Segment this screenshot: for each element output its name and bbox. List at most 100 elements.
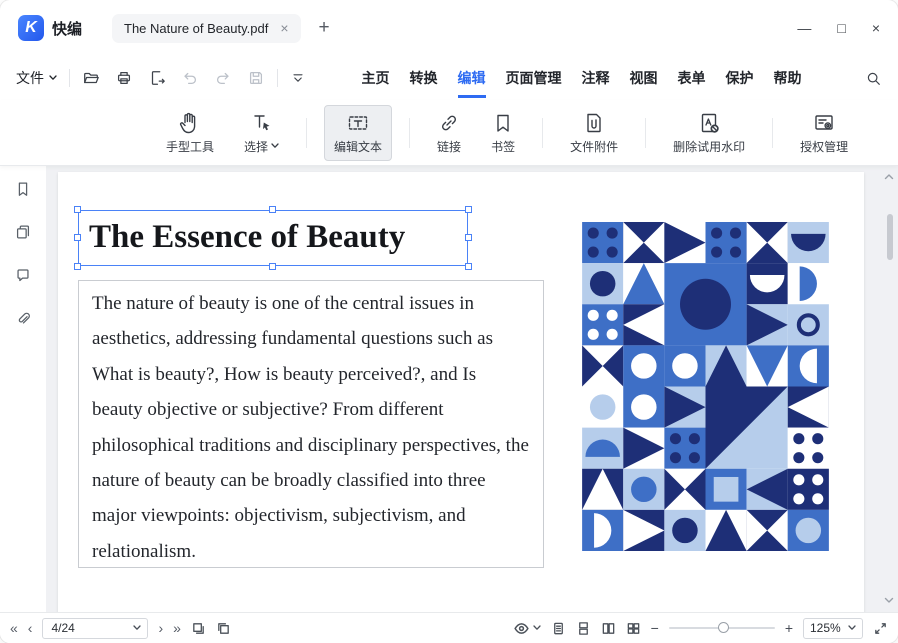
grid-view-button[interactable] — [626, 621, 641, 636]
resize-handle[interactable] — [465, 234, 472, 241]
maximize-button[interactable]: □ — [837, 21, 845, 35]
body-text-box[interactable]: The nature of beauty is one of the centr… — [78, 280, 544, 568]
undo-button[interactable] — [181, 69, 199, 87]
folder-open-icon — [82, 69, 100, 87]
zoom-in-button[interactable]: + — [785, 621, 793, 635]
resize-handle[interactable] — [465, 263, 472, 270]
next-page-button[interactable]: › — [158, 621, 163, 635]
tab-protect[interactable]: 保护 — [726, 58, 754, 98]
tab-annotate[interactable]: 注释 — [582, 58, 610, 98]
tab-edit[interactable]: 编辑 — [458, 58, 486, 98]
tab-help[interactable]: 帮助 — [774, 58, 802, 98]
resize-handle[interactable] — [269, 206, 276, 213]
zoom-slider[interactable] — [669, 621, 775, 635]
collapse-toolbar-button[interactable] — [290, 70, 306, 86]
new-tab-button[interactable]: + — [319, 17, 330, 39]
file-attachment-button[interactable]: 文件附件 — [560, 105, 628, 161]
tab-form[interactable]: 表单 — [678, 58, 706, 98]
resize-handle[interactable] — [74, 206, 81, 213]
zoom-out-button[interactable]: − — [651, 621, 659, 635]
chevron-down-icon[interactable] — [133, 625, 141, 631]
chevron-down-icon — [883, 594, 895, 606]
export-file-button[interactable] — [148, 69, 166, 87]
continuous-pages-icon — [576, 621, 591, 636]
zoom-slider-thumb[interactable] — [718, 622, 729, 633]
button-label: 编辑文本 — [334, 138, 382, 155]
app-logo: K — [18, 15, 44, 41]
document-heading[interactable]: The Essence of Beauty — [79, 211, 467, 263]
vertical-scrollbar-thumb[interactable] — [887, 214, 893, 260]
bookmark-button[interactable]: 书签 — [481, 105, 525, 161]
previous-page-button[interactable]: ‹ — [28, 621, 33, 635]
link-button[interactable]: 链接 — [427, 105, 471, 161]
hand-tool-button[interactable]: 手型工具 — [156, 105, 224, 161]
workspace: The Essence of Beauty The nature of beau… — [0, 166, 898, 612]
bookmark-icon — [14, 180, 32, 198]
button-label: 书签 — [491, 138, 515, 155]
open-file-button[interactable] — [82, 69, 100, 87]
page-number-input[interactable]: 4/24 — [42, 618, 148, 639]
zoom-level-select[interactable]: 125% — [803, 618, 863, 639]
eye-icon — [513, 620, 530, 637]
attachment-icon — [582, 111, 606, 135]
redo-icon — [214, 69, 232, 87]
tab-close-icon[interactable]: × — [280, 21, 288, 35]
button-label: 链接 — [437, 138, 461, 155]
document-area[interactable]: The Essence of Beauty The nature of beau… — [46, 166, 898, 612]
file-menu-button[interactable]: 文件 — [16, 68, 57, 88]
tab-page-management[interactable]: 页面管理 — [506, 58, 562, 98]
print-button[interactable] — [115, 69, 133, 87]
tab-view[interactable]: 视图 — [630, 58, 658, 98]
app-window: K 快编 The Nature of Beauty.pdf × + — □ × … — [0, 0, 898, 643]
undo-icon — [181, 69, 199, 87]
save-button[interactable] — [247, 69, 265, 87]
decorative-mosaic-image[interactable] — [582, 222, 829, 551]
license-management-button[interactable]: 授权管理 — [790, 105, 858, 161]
single-page-view-button[interactable] — [551, 621, 566, 636]
chevron-down-icon[interactable] — [848, 625, 856, 631]
scroll-down-button[interactable] — [883, 594, 895, 606]
comment-icon — [14, 266, 32, 284]
edit-text-button[interactable]: 编辑文本 — [324, 105, 392, 161]
tab-convert[interactable]: 转换 — [410, 58, 438, 98]
window-controls: — □ × — [797, 21, 880, 35]
titlebar: K 快编 The Nature of Beauty.pdf × + — □ × — [0, 0, 898, 56]
pages-icon — [14, 223, 32, 241]
continuous-view-button[interactable] — [576, 621, 591, 636]
resize-handle[interactable] — [74, 263, 81, 270]
resize-handle[interactable] — [465, 206, 472, 213]
document-paragraph[interactable]: The nature of beauty is one of the centr… — [92, 286, 530, 569]
chevron-down-icon — [533, 625, 541, 631]
first-page-button[interactable]: « — [10, 621, 18, 635]
select-tool-button[interactable]: 选择 — [234, 105, 289, 161]
redo-button[interactable] — [214, 69, 232, 87]
quick-access-toolbar — [82, 69, 265, 87]
read-mode-button[interactable] — [513, 620, 541, 637]
minimize-button[interactable]: — — [797, 21, 811, 35]
previous-view-button[interactable] — [191, 621, 206, 636]
fullscreen-button[interactable] — [873, 621, 888, 636]
selected-text-box[interactable]: The Essence of Beauty — [78, 210, 468, 266]
scroll-up-button[interactable] — [883, 171, 895, 183]
document-tab[interactable]: The Nature of Beauty.pdf × — [112, 14, 300, 43]
ribbon-toolbar: 手型工具 选择 编辑文本 链接 书签 文件附件 删除试用水印 — [0, 100, 898, 166]
resize-handle[interactable] — [74, 234, 81, 241]
search-button[interactable] — [865, 70, 882, 87]
window-close-button[interactable]: × — [872, 21, 880, 35]
remove-trial-watermark-button[interactable]: 删除试用水印 — [663, 105, 755, 161]
divider — [409, 118, 410, 148]
pdf-page[interactable]: The Essence of Beauty The nature of beau… — [58, 172, 864, 612]
thumbnails-panel-button[interactable] — [14, 223, 32, 241]
divider — [306, 118, 307, 148]
two-page-view-button[interactable] — [601, 621, 616, 636]
bookmarks-panel-button[interactable] — [14, 180, 32, 198]
last-page-button[interactable]: » — [173, 621, 181, 635]
divider — [645, 118, 646, 148]
tab-home[interactable]: 主页 — [362, 58, 390, 98]
resize-handle[interactable] — [269, 263, 276, 270]
next-view-button[interactable] — [216, 621, 231, 636]
tab-title: The Nature of Beauty.pdf — [124, 21, 268, 36]
comments-panel-button[interactable] — [14, 266, 32, 284]
view-zoom-controls: − + 125% — [513, 618, 888, 639]
attachments-panel-button[interactable] — [14, 309, 32, 327]
